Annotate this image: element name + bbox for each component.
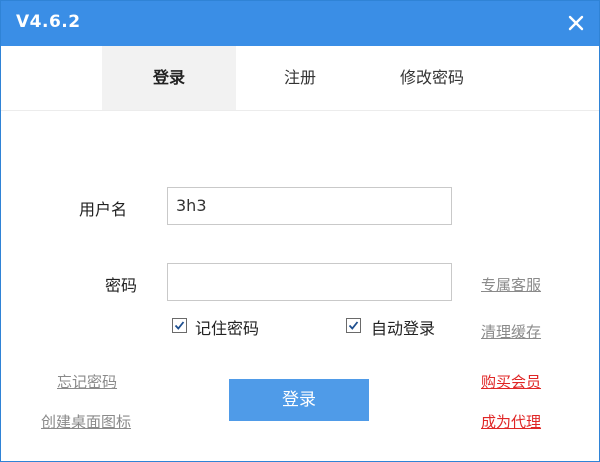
checkmark-icon bbox=[348, 321, 359, 330]
login-button[interactable]: 登录 bbox=[229, 379, 369, 421]
password-label: 密码 bbox=[105, 276, 138, 295]
username-input[interactable]: 3h3 bbox=[167, 187, 452, 225]
close-button[interactable] bbox=[561, 8, 591, 38]
remember-password-checkbox[interactable] bbox=[172, 318, 187, 333]
tab-register[interactable]: 注册 bbox=[233, 46, 367, 110]
auto-login-label: 自动登录 bbox=[371, 319, 436, 338]
become-agent-link[interactable]: 成为代理 bbox=[481, 411, 541, 432]
tab-bar: 登录 注册 修改密码 bbox=[1, 46, 599, 111]
tab-login[interactable]: 登录 bbox=[102, 46, 236, 110]
support-link[interactable]: 专属客服 bbox=[481, 274, 541, 295]
remember-password-label: 记住密码 bbox=[195, 319, 260, 338]
create-desktop-icon-link[interactable]: 创建桌面图标 bbox=[41, 411, 131, 432]
auto-login-checkbox[interactable] bbox=[346, 318, 361, 333]
buy-vip-link[interactable]: 购买会员 bbox=[481, 371, 541, 392]
clear-cache-link[interactable]: 清理缓存 bbox=[481, 321, 541, 342]
close-icon bbox=[568, 15, 584, 31]
tab-change-password[interactable]: 修改密码 bbox=[365, 46, 499, 110]
username-label: 用户名 bbox=[79, 200, 128, 219]
title-bar: V4.6.2 bbox=[1, 1, 599, 46]
login-window: V4.6.2 登录 注册 修改密码 用户名 3h3 密码 记住密码 自动登录 专… bbox=[0, 0, 600, 462]
window-title: V4.6.2 bbox=[16, 12, 81, 32]
password-input[interactable] bbox=[167, 263, 452, 301]
checkmark-icon bbox=[174, 321, 185, 330]
forgot-password-link[interactable]: 忘记密码 bbox=[57, 371, 117, 392]
